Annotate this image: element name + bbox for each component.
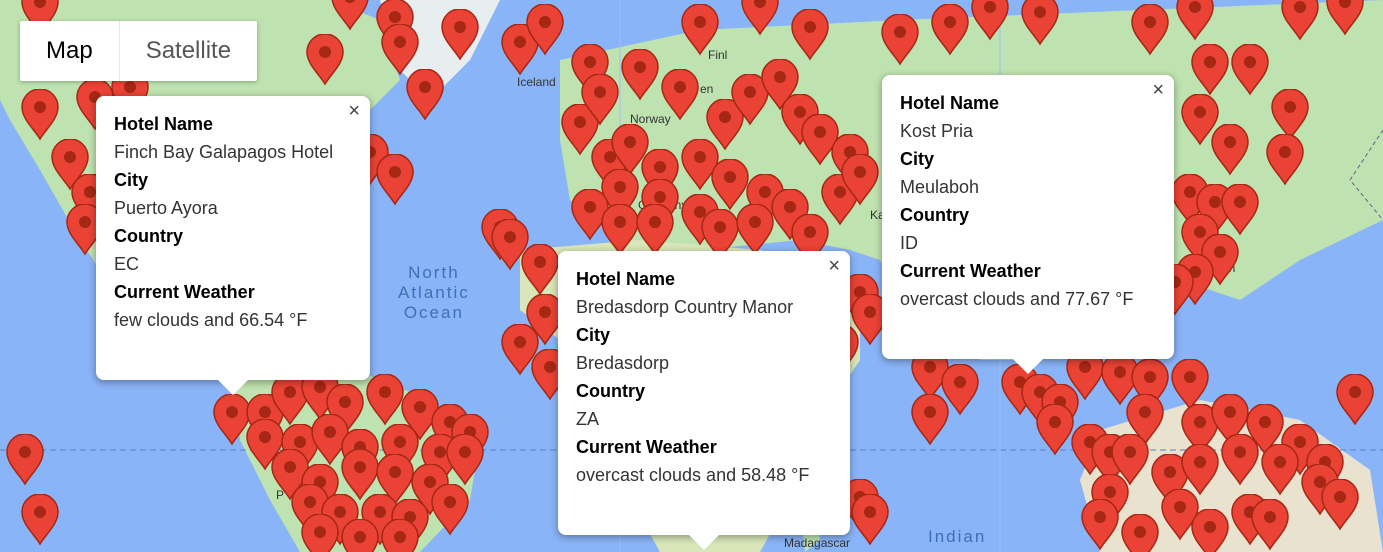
ocean-label-north-atlantic: North Atlantic Ocean: [398, 263, 470, 323]
map-marker[interactable]: [305, 34, 345, 86]
info-window-puerto-ayora: × Hotel Name Finch Bay Galapagos Hotel C…: [96, 96, 370, 395]
info-window-meulaboh: × Hotel Name Kost Pria City Meulaboh Cou…: [882, 75, 1174, 374]
city-value: Puerto Ayora: [114, 198, 218, 218]
city-label: City: [114, 170, 149, 190]
ocean-label-line: Ocean: [403, 303, 464, 322]
ocean-label-line: North: [408, 263, 460, 282]
map-marker[interactable]: [1265, 134, 1305, 186]
map-marker[interactable]: [930, 4, 970, 56]
map-marker[interactable]: [340, 519, 380, 552]
city-label: City: [576, 325, 611, 345]
map-marker[interactable]: [1320, 479, 1360, 531]
map-marker[interactable]: [1230, 44, 1270, 96]
map-marker[interactable]: [1190, 44, 1230, 96]
map-marker[interactable]: [850, 494, 890, 546]
map-marker[interactable]: [1220, 184, 1260, 236]
map-marker[interactable]: [790, 9, 830, 61]
country-label: Country: [114, 226, 183, 246]
map-marker[interactable]: [1130, 4, 1170, 56]
weather-value: overcast clouds and 58.48 °F: [576, 465, 810, 485]
weather-label: Current Weather: [576, 437, 717, 457]
map-marker[interactable]: [635, 204, 675, 256]
map-marker[interactable]: [405, 69, 445, 121]
ocean-label-indian: Indian: [928, 527, 987, 546]
map-marker[interactable]: [1280, 0, 1320, 41]
map-marker[interactable]: [20, 89, 60, 141]
hotel-name-label: Hotel Name: [576, 269, 676, 289]
map-marker[interactable]: [1180, 94, 1220, 146]
close-icon[interactable]: ×: [828, 255, 840, 278]
hotel-name-value: Bredasdorp Country Manor: [576, 297, 794, 317]
map-marker[interactable]: [380, 519, 420, 552]
map-marker[interactable]: [735, 204, 775, 256]
map-marker[interactable]: [1325, 0, 1365, 36]
country-label: Country: [576, 381, 645, 401]
place-label-iceland: Iceland: [517, 75, 556, 89]
map-marker[interactable]: [1120, 514, 1160, 552]
country-label: Country: [900, 205, 969, 225]
place-label-sweden: en: [700, 82, 714, 96]
map-marker[interactable]: [1335, 374, 1375, 426]
hotel-name-value: Finch Bay Galapagos Hotel: [114, 142, 334, 162]
map-type-control: Map Satellite: [20, 21, 258, 81]
map-marker[interactable]: [300, 514, 340, 552]
map-marker[interactable]: [1175, 0, 1215, 41]
weather-value: few clouds and 66.54 °F: [114, 310, 308, 330]
ocean-label-line: Atlantic: [398, 283, 470, 302]
map-marker[interactable]: [910, 394, 950, 446]
map-marker[interactable]: [580, 74, 620, 126]
map-marker[interactable]: [330, 0, 370, 31]
map-marker[interactable]: [440, 9, 480, 61]
map-marker[interactable]: [445, 434, 485, 486]
weather-label: Current Weather: [900, 261, 1041, 281]
map-marker[interactable]: [430, 484, 470, 536]
place-label-madagascar: Madagascar: [784, 536, 851, 550]
close-icon[interactable]: ×: [348, 100, 360, 123]
map-marker[interactable]: [375, 154, 415, 206]
map-canvas[interactable]: North Atlantic Ocean Indian Iceland Norw…: [0, 0, 1383, 552]
map-marker[interactable]: [660, 69, 700, 121]
map-marker[interactable]: [1260, 444, 1300, 496]
map-marker[interactable]: [1080, 499, 1120, 551]
map-marker[interactable]: [1035, 404, 1075, 456]
map-marker[interactable]: [20, 494, 60, 546]
map-marker[interactable]: [520, 244, 560, 296]
map-marker[interactable]: [365, 374, 405, 426]
map-type-satellite-button[interactable]: Satellite: [118, 21, 257, 81]
hotel-name-label: Hotel Name: [114, 114, 214, 134]
weather-value: overcast clouds and 77.67 °F: [900, 289, 1134, 309]
hotel-name-value: Kost Pria: [900, 121, 974, 141]
hotel-name-label: Hotel Name: [900, 93, 1000, 113]
map-marker[interactable]: [1250, 499, 1290, 551]
map-marker[interactable]: [680, 4, 720, 56]
info-window-bredasdorp: × Hotel Name Bredasdorp Country Manor Ci…: [558, 251, 850, 550]
map-marker[interactable]: [970, 0, 1010, 41]
map-type-map-button[interactable]: Map: [20, 21, 119, 81]
country-value: ID: [900, 233, 918, 253]
map-marker[interactable]: [840, 154, 880, 206]
map-marker[interactable]: [620, 49, 660, 101]
weather-label: Current Weather: [114, 282, 255, 302]
map-marker[interactable]: [600, 204, 640, 256]
map-marker[interactable]: [1190, 509, 1230, 552]
map-marker[interactable]: [5, 434, 45, 486]
country-value: EC: [114, 254, 140, 274]
map-marker[interactable]: [1220, 434, 1260, 486]
city-value: Bredasdorp: [576, 353, 670, 373]
country-value: ZA: [576, 409, 600, 429]
city-value: Meulaboh: [900, 177, 980, 197]
map-marker[interactable]: [740, 0, 780, 36]
close-icon[interactable]: ×: [1152, 79, 1164, 102]
map-marker[interactable]: [880, 14, 920, 66]
city-label: City: [900, 149, 935, 169]
map-marker[interactable]: [1020, 0, 1060, 46]
map-marker[interactable]: [525, 4, 565, 56]
